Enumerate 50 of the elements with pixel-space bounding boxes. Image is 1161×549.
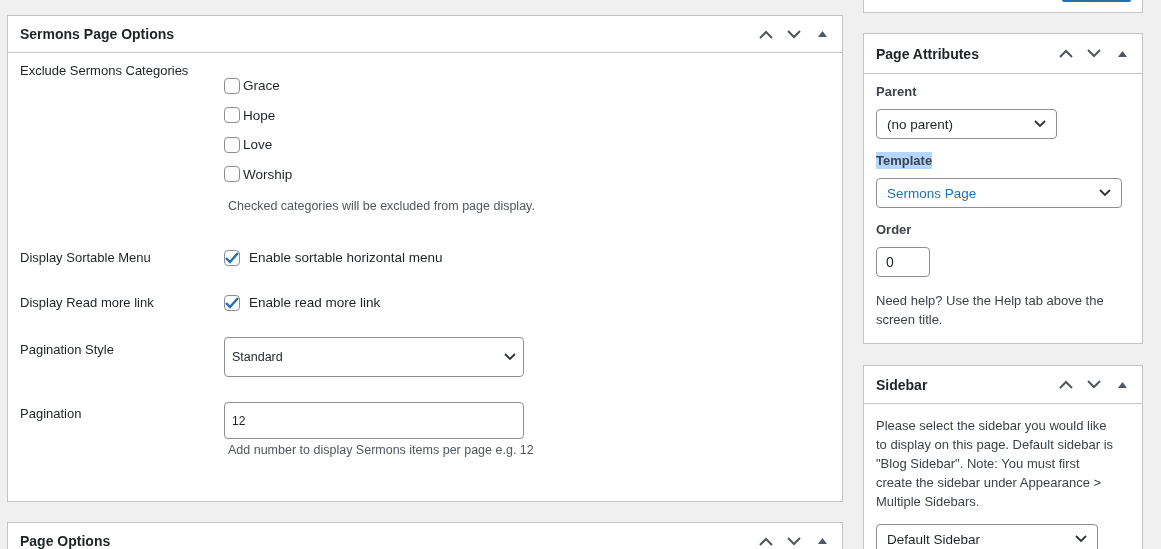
checkbox-label: Grace: [243, 78, 280, 94]
chevron-down-icon: [1087, 380, 1101, 389]
field-label: Order: [876, 221, 912, 238]
chevron-up-icon: [759, 29, 773, 39]
chevron-down-icon: [1034, 120, 1046, 128]
chevron-down-icon: [504, 353, 516, 361]
checkbox[interactable]: [224, 249, 240, 266]
field-label: Pagination: [20, 405, 83, 423]
panel-title: Sermons Page Options: [20, 26, 175, 42]
help-text: Add number to display Sermons items per page e.g. 12: [228, 443, 535, 457]
select-field[interactable]: Sermons Page: [876, 178, 1122, 208]
checkbox[interactable]: [224, 107, 240, 124]
triangle-up-icon: [817, 538, 827, 544]
checkbox[interactable]: [224, 294, 240, 311]
checkbox-label: Enable read more link: [249, 295, 381, 310]
checkbox-label: Worship: [243, 166, 293, 182]
input-field[interactable]: 12: [224, 402, 524, 439]
chevron-up-icon: [1059, 49, 1073, 58]
help-text: Checked categories will be excluded from page display.: [228, 199, 535, 213]
chevron-down-icon: [1099, 189, 1111, 197]
checkbox[interactable]: [224, 166, 240, 183]
triangle-up-icon: [1117, 381, 1127, 388]
panel-title: Sidebar: [876, 376, 928, 393]
checkbox-label: Love: [243, 137, 273, 153]
checkbox-label: Hope: [243, 107, 276, 123]
select-field[interactable]: Default Sidebar: [876, 524, 1098, 549]
select-field[interactable]: (no parent): [876, 109, 1057, 139]
checkbox[interactable]: [224, 136, 240, 153]
input-field[interactable]: 0: [876, 247, 930, 277]
triangle-up-icon: [817, 31, 827, 37]
chevron-up-icon: [1059, 380, 1073, 389]
sidebar-description: Please select the sidebar you would like to display on this page. Default sidebar is "Blog Sidebar". Note: You must first create the sidebar under Appearance > Multiple Sidebars.: [876, 417, 1115, 511]
field-label: Pagination Style: [20, 341, 115, 359]
checkbox[interactable]: [224, 77, 240, 94]
chevron-down-icon: [1075, 535, 1087, 543]
field-label: Exclude Sermons Categories: [20, 63, 190, 80]
select-field[interactable]: Standard: [224, 337, 524, 377]
panel-title: Page Attributes: [876, 45, 979, 62]
triangle-up-icon: [1117, 50, 1127, 57]
help-text: Need help? Use the Help tab above the screen title.: [876, 292, 1105, 329]
field-label: Display Read more link: [20, 294, 155, 311]
field-label: Display Sortable Menu: [20, 249, 152, 266]
panel-title: Page Options: [20, 533, 111, 549]
chevron-up-icon: [759, 536, 773, 546]
chevron-down-icon: [1087, 49, 1101, 58]
field-label: Template: [876, 152, 933, 169]
checkbox-label: Enable sortable horizontal menu: [249, 250, 443, 265]
chevron-down-icon: [787, 29, 801, 39]
chevron-down-icon: [787, 536, 801, 546]
field-label: Parent: [876, 83, 917, 100]
